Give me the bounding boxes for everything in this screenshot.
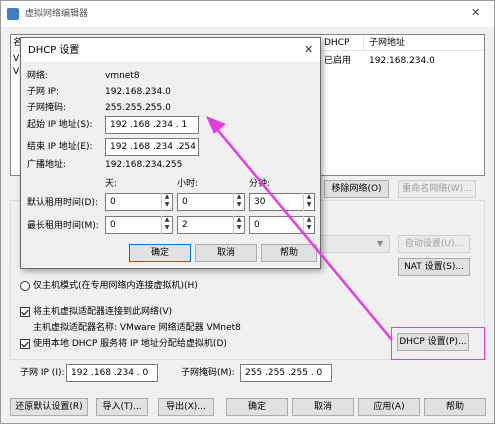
annotation-arrow-head — [206, 116, 226, 134]
annotation-arrow — [206, 116, 393, 341]
annotation-arrow-line — [215, 127, 393, 341]
